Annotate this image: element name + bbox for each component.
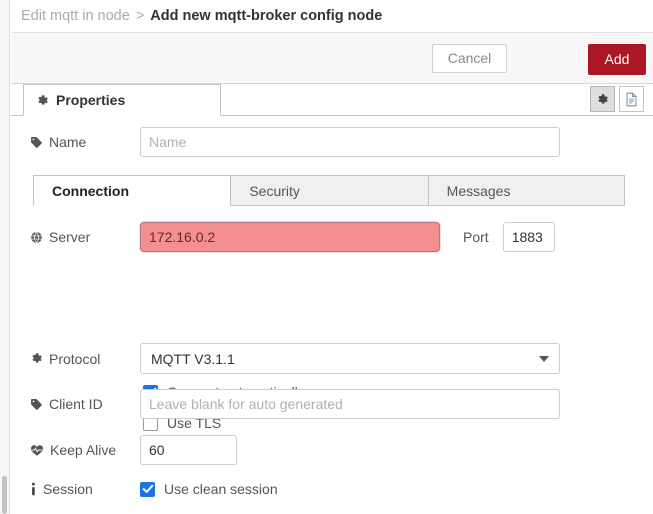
client-id-label-text: Client ID <box>49 396 103 412</box>
breadcrumb: Edit mqtt in node > Add new mqtt-broker … <box>11 0 653 33</box>
breadcrumb-previous[interactable]: Edit mqtt in node <box>21 8 130 24</box>
use-clean-session-checkbox[interactable] <box>140 482 155 497</box>
server-input[interactable] <box>140 222 440 252</box>
field-row-session: Session Use clean session <box>30 481 630 497</box>
port-input[interactable] <box>503 222 555 252</box>
protocol-selected-value: MQTT V3.1.1 <box>151 351 235 367</box>
cancel-button[interactable]: Cancel <box>432 44 507 73</box>
tag-icon <box>30 136 43 149</box>
settings-button[interactable] <box>590 86 615 112</box>
document-icon <box>625 92 638 107</box>
heartbeat-icon <box>30 444 44 457</box>
protocol-select[interactable]: MQTT V3.1.1 <box>140 343 560 374</box>
server-label-text: Server <box>49 229 90 245</box>
use-clean-session-label: Use clean session <box>164 481 278 497</box>
field-row-name: Name <box>30 127 630 157</box>
field-row-server: Server Port <box>30 222 630 252</box>
subtab-messages-label: Messages <box>447 183 511 199</box>
gear-icon <box>596 93 609 106</box>
port-label: Port <box>463 229 489 245</box>
name-label: Name <box>30 134 140 150</box>
keep-alive-label: Keep Alive <box>30 442 140 458</box>
session-label-text: Session <box>43 481 93 497</box>
subtab-security-label: Security <box>249 183 300 199</box>
connection-subtabs: Connection Security Messages <box>33 175 625 206</box>
keep-alive-label-text: Keep Alive <box>50 442 116 458</box>
breadcrumb-separator: > <box>136 8 144 24</box>
mqtt-broker-config-dialog: Edit mqtt in node > Add new mqtt-broker … <box>0 0 653 514</box>
keep-alive-input[interactable] <box>140 435 237 465</box>
tab-properties[interactable]: Properties <box>23 84 221 116</box>
vertical-scrollbar-thumb[interactable] <box>2 476 7 514</box>
protocol-label: Protocol <box>30 351 140 367</box>
name-label-text: Name <box>49 134 86 150</box>
client-id-input[interactable] <box>140 389 560 419</box>
dialog-left-gutter <box>0 0 10 514</box>
gear-icon <box>36 94 49 107</box>
protocol-label-text: Protocol <box>49 351 100 367</box>
add-button[interactable]: Add <box>588 44 646 75</box>
subtab-connection[interactable]: Connection <box>33 175 230 206</box>
info-icon <box>30 482 37 496</box>
session-label: Session <box>30 481 140 497</box>
client-id-label: Client ID <box>30 396 140 412</box>
tab-tool-buttons <box>590 86 644 112</box>
globe-icon <box>30 231 43 244</box>
properties-form: Name Connection Security Messages <box>11 116 653 514</box>
name-input[interactable] <box>140 127 560 157</box>
tab-properties-label: Properties <box>56 92 125 108</box>
subtab-connection-label: Connection <box>52 183 129 199</box>
gear-icon <box>30 352 43 365</box>
server-label: Server <box>30 229 140 245</box>
field-row-keep-alive: Keep Alive <box>30 435 630 465</box>
description-button[interactable] <box>619 86 644 112</box>
subtab-security[interactable]: Security <box>230 175 427 206</box>
main-tabstrip: Properties <box>11 84 653 116</box>
field-row-client-id: Client ID <box>30 389 630 419</box>
dialog-action-bar: Cancel Add <box>11 33 653 84</box>
chevron-down-icon <box>539 356 549 362</box>
breadcrumb-current: Add new mqtt-broker config node <box>150 8 382 24</box>
subtab-messages[interactable]: Messages <box>428 175 625 206</box>
tag-icon <box>30 398 43 411</box>
field-row-protocol: Protocol MQTT V3.1.1 <box>30 343 630 374</box>
